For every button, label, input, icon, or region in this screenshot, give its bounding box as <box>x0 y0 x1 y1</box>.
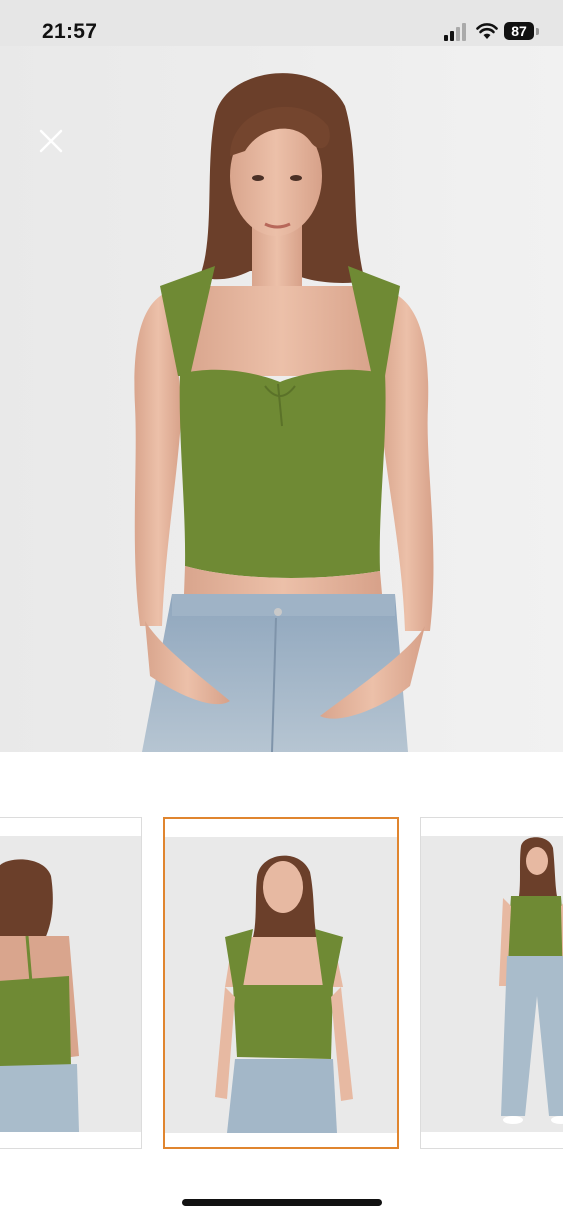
thumbnail-full-length-view[interactable] <box>420 817 563 1149</box>
model-front-illustration <box>0 46 563 752</box>
battery-level: 87 <box>511 23 527 39</box>
signal-icon <box>444 23 466 41</box>
main-product-image[interactable] <box>0 46 563 752</box>
battery-icon: 87 <box>504 22 534 40</box>
status-time: 21:57 <box>42 20 98 43</box>
wifi-icon <box>476 23 498 39</box>
battery-tip <box>536 28 539 35</box>
thumbnail-strip[interactable] <box>0 817 563 1151</box>
status-bar: 21:57 87 <box>0 0 563 46</box>
thumbnail-back-view[interactable] <box>0 817 142 1149</box>
thumbnail-image <box>0 836 141 1132</box>
home-indicator[interactable] <box>182 1199 382 1206</box>
thumbnail-image <box>165 837 397 1133</box>
thumbnail-front-view[interactable] <box>163 817 399 1149</box>
close-icon[interactable] <box>36 126 66 156</box>
thumbnail-image <box>421 836 563 1132</box>
